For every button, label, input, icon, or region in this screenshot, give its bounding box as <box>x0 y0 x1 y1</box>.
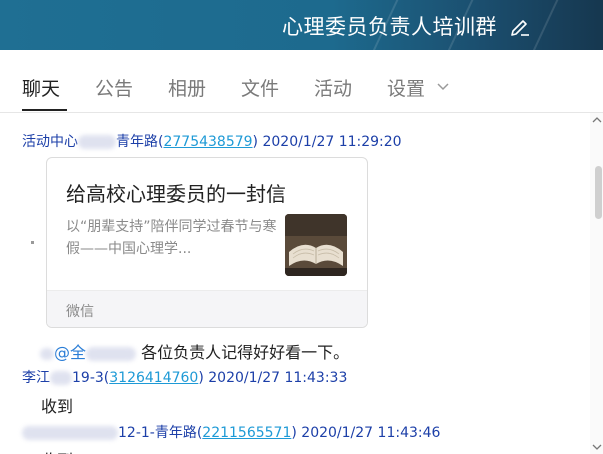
sender-name-suffix: 12-1-青年路 <box>118 425 197 441</box>
card-footer: 微信 <box>47 290 367 327</box>
message-body: 各位负责人记得好好看一下。 <box>141 343 350 362</box>
card-source-label: 微信 <box>66 304 94 320</box>
edit-pencil-icon[interactable] <box>510 15 530 37</box>
sender-qq-link[interactable]: 2211565571 <box>202 425 291 441</box>
tab-settings[interactable]: 设置 <box>387 74 425 101</box>
tab-bar: 聊天 公告 相册 文件 活动 设置 <box>0 50 603 113</box>
open-book-thumbnail <box>285 214 347 276</box>
message-text: 收到 <box>41 447 73 454</box>
tab-announcement[interactable]: 公告 <box>95 74 133 101</box>
scroll-down-arrow-icon[interactable] <box>592 442 602 452</box>
message-text: @全 各位负责人记得好好看一下。 <box>40 339 349 363</box>
sender-name-suffix: 青年路 <box>116 134 158 150</box>
message-sender-line: 活动中心 青年路(2775438579) 2020/1/27 11:29:20 <box>22 134 402 150</box>
sender-qq-link[interactable]: 2775438579 <box>163 134 252 150</box>
tab-album[interactable]: 相册 <box>168 74 206 101</box>
card-title: 给高校心理委员的一封信 <box>66 182 286 206</box>
redacted-name <box>86 346 137 361</box>
message-sender-line: 12-1-青年路(2211565571) 2020/1/27 11:43:46 <box>22 422 440 442</box>
message-timestamp: 2020/1/27 11:43:46 <box>301 425 441 441</box>
scroll-up-arrow-icon[interactable] <box>592 115 602 125</box>
sender-name-prefix: 活动中心 <box>22 134 78 150</box>
redacted-name <box>50 371 72 385</box>
message-sender-line: 李江 19-3(3126414760) 2020/1/27 11:43:33 <box>22 370 348 386</box>
tab-activities[interactable]: 活动 <box>314 74 352 101</box>
bullet-dot <box>31 241 34 244</box>
group-header: 心理委员负责人培训群 <box>0 0 603 50</box>
tab-chat[interactable]: 聊天 <box>22 74 60 101</box>
card-description: 以“朋辈支持”陪伴同学过春节与寒假——中国心理学... <box>66 219 277 257</box>
message-text: 收到 <box>41 397 74 416</box>
sender-qq-link[interactable]: 3126414760 <box>109 370 198 386</box>
message-timestamp: 2020/1/27 11:29:20 <box>262 134 402 150</box>
redacted-name <box>78 135 116 149</box>
shared-article-card[interactable]: 给高校心理委员的一封信 以“朋辈支持”陪伴同学过春节与寒假——中国心理学... … <box>46 157 368 328</box>
message-timestamp: 2020/1/27 11:43:33 <box>208 370 348 386</box>
chat-message-list: 活动中心 青年路(2775438579) 2020/1/27 11:29:20 给… <box>0 113 590 454</box>
redacted-name <box>22 426 118 440</box>
sender-name-prefix: 李江 <box>22 370 50 386</box>
group-title: 心理委员负责人培训群 <box>282 15 497 39</box>
sender-name-suffix: 19-3 <box>72 370 104 386</box>
redacted-name <box>40 347 54 360</box>
mention-tag[interactable]: @全 <box>54 343 86 362</box>
chat-scrollbar[interactable] <box>590 113 603 454</box>
chevron-down-icon[interactable] <box>437 82 449 92</box>
active-tab-indicator <box>22 109 67 111</box>
scrollbar-thumb[interactable] <box>595 166 602 219</box>
tab-files[interactable]: 文件 <box>241 74 279 101</box>
